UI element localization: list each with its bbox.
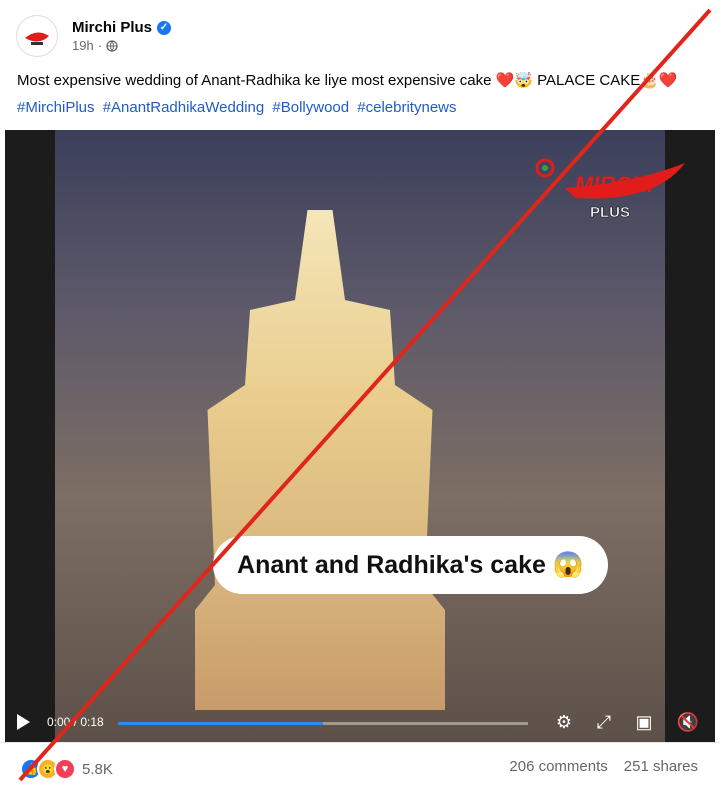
globe-icon	[106, 39, 118, 52]
video-player[interactable]: MIRCHI PLUS Anant and Radhika's cake 😱 0…	[5, 130, 715, 742]
hashtag-list: #MirchiPlus #AnantRadhikaWedding #Bollyw…	[17, 97, 461, 119]
page-avatar[interactable]	[16, 15, 58, 57]
hashtag-link[interactable]: #Bollywood	[272, 99, 349, 116]
post-header: Mirchi Plus ✓ 19h ·	[16, 12, 172, 60]
time-display: 0:00 / 0:18	[47, 715, 104, 729]
expand-icon[interactable]: ⤢	[593, 711, 615, 733]
page-name[interactable]: Mirchi Plus	[72, 19, 152, 36]
hashtag-link[interactable]: #AnantRadhikaWedding	[103, 99, 265, 116]
play-icon[interactable]	[17, 714, 30, 730]
watermark-brand: MIRCHI	[575, 172, 654, 197]
picture-in-picture-icon[interactable]: ▣	[633, 711, 655, 733]
shares-count[interactable]: 251 shares	[624, 758, 698, 775]
video-controls: 0:00 / 0:18 ⚙ ⤢ ▣ 🔇	[5, 705, 715, 742]
hashtag-link[interactable]: #MirchiPlus	[17, 99, 95, 116]
separator-dot: ·	[97, 38, 103, 53]
facebook-post: Mirchi Plus ✓ 19h · Most expensive weddi…	[0, 0, 720, 793]
duration: 0:18	[80, 715, 104, 729]
palace-cake-image	[195, 210, 445, 710]
watermark-sub: PLUS	[590, 204, 631, 222]
video-frame: MIRCHI PLUS Anant and Radhika's cake 😱	[55, 130, 685, 742]
mute-icon[interactable]: 🔇	[677, 711, 699, 733]
post-caption: Most expensive wedding of Anant-Radhika …	[17, 72, 678, 89]
reactions-summary[interactable]: 👍 😮 ♥ 5.8K	[20, 758, 113, 780]
post-time[interactable]: 19h	[72, 38, 94, 53]
video-overlay-caption: Anant and Radhika's cake 😱	[213, 536, 608, 594]
settings-icon[interactable]: ⚙	[553, 711, 575, 733]
engagement-bar: 👍 😮 ♥ 5.8K 206 comments 251 shares	[0, 742, 720, 794]
seek-bar[interactable]	[118, 722, 528, 725]
seek-progress	[118, 722, 323, 725]
reaction-count: 5.8K	[82, 760, 113, 778]
love-reaction-icon: ♥	[54, 758, 76, 780]
hashtag-link[interactable]: #celebritynews	[357, 99, 456, 116]
verified-badge-icon: ✓	[157, 20, 172, 35]
comments-count[interactable]: 206 comments	[509, 758, 607, 775]
current-time: 0:00	[47, 715, 71, 729]
mirchi-logo-icon	[21, 20, 53, 52]
